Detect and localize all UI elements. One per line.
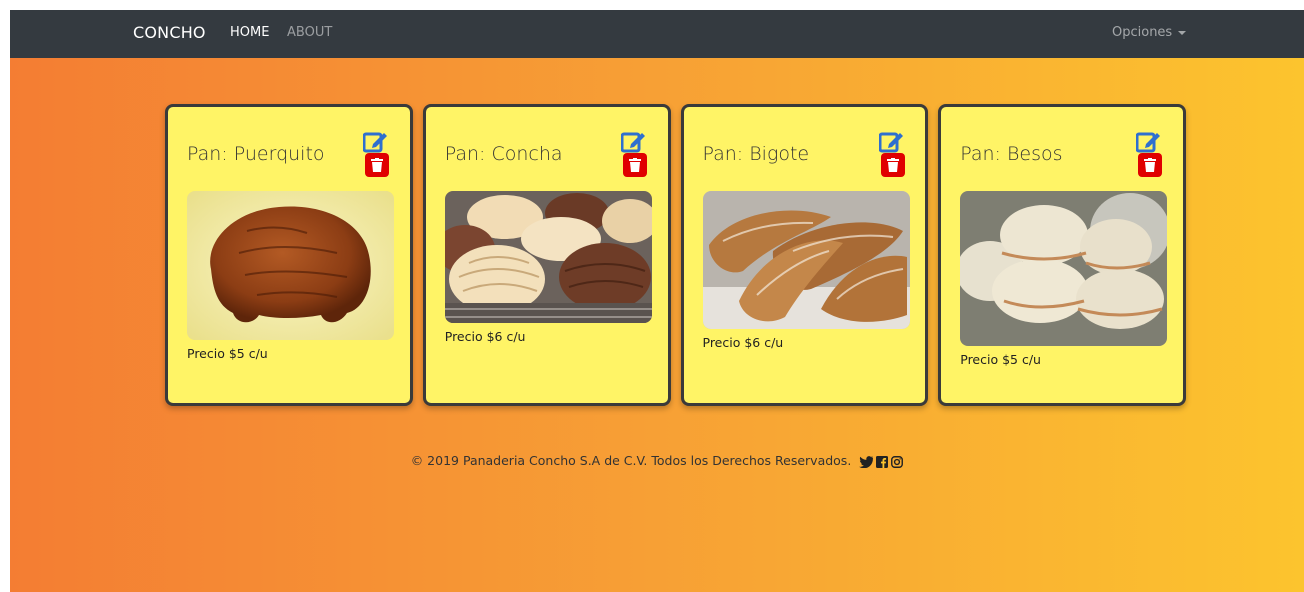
navbar: CONCHO HOME ABOUT Opciones [10, 10, 1304, 58]
page-background: CONCHO HOME ABOUT Opciones Pan: Puerquit… [10, 10, 1304, 592]
delete-button[interactable] [880, 153, 905, 177]
nav-about-link[interactable]: ABOUT [287, 25, 332, 40]
edit-button[interactable] [362, 129, 389, 153]
edit-icon [878, 132, 903, 153]
twitter-icon[interactable] [859, 455, 874, 468]
edit-icon [620, 132, 645, 153]
product-price: Precio $6 c/u [702, 335, 784, 350]
edit-icon [1135, 132, 1161, 153]
edit-icon [362, 132, 387, 153]
product-card-concha: Pan: Concha Precio $6 c/u [422, 104, 671, 406]
product-title: Pan: Concha [444, 143, 563, 165]
brand-link[interactable]: CONCHO [133, 23, 206, 42]
product-title: Pan: Bigote [702, 143, 810, 165]
product-image [960, 191, 1168, 346]
options-label: Opciones [1112, 25, 1173, 40]
trash-icon [628, 158, 641, 172]
product-image [702, 191, 910, 329]
options-dropdown[interactable]: Opciones [1112, 25, 1187, 40]
social-links [859, 455, 904, 468]
product-card-puerquito: Pan: Puerquito Precio $5 c/u [165, 104, 413, 406]
product-card-bigote: Pan: Bigote Precio $6 c/u [680, 104, 929, 406]
product-title: Pan: Puerquito [187, 143, 325, 165]
puerquito-bread-photo [187, 191, 394, 340]
product-title: Pan: Besos [960, 143, 1063, 165]
trash-icon [886, 158, 899, 172]
footer-copyright: © 2019 Panaderia Concho S.A de C.V. Todo… [410, 453, 852, 468]
product-card-besos: Pan: Besos Precio $5 c/u [938, 104, 1186, 406]
delete-button[interactable] [622, 153, 647, 177]
facebook-icon[interactable] [876, 455, 889, 468]
footer: © 2019 Panaderia Concho S.A de C.V. Todo… [10, 453, 1304, 468]
product-image [444, 191, 652, 323]
edit-button[interactable] [1135, 129, 1162, 153]
trash-icon [371, 158, 383, 172]
nav-home-link[interactable]: HOME [230, 25, 269, 40]
bigote-bread-photo [702, 191, 910, 329]
instagram-icon[interactable] [891, 455, 904, 468]
product-price: Precio $6 c/u [444, 329, 526, 344]
caret-down-icon [1178, 31, 1187, 35]
edit-button[interactable] [620, 129, 647, 153]
trash-icon [1144, 158, 1157, 172]
besos-bread-photo [960, 191, 1168, 346]
concha-bread-photo [444, 191, 652, 323]
product-cards: Pan: Puerquito Precio $5 c/u Pan: Concha… [165, 104, 1186, 406]
delete-button[interactable] [1138, 153, 1163, 177]
delete-button[interactable] [365, 153, 389, 177]
product-image [187, 191, 394, 340]
edit-button[interactable] [878, 129, 905, 153]
product-price: Precio $5 c/u [187, 346, 268, 361]
product-price: Precio $5 c/u [960, 352, 1041, 367]
